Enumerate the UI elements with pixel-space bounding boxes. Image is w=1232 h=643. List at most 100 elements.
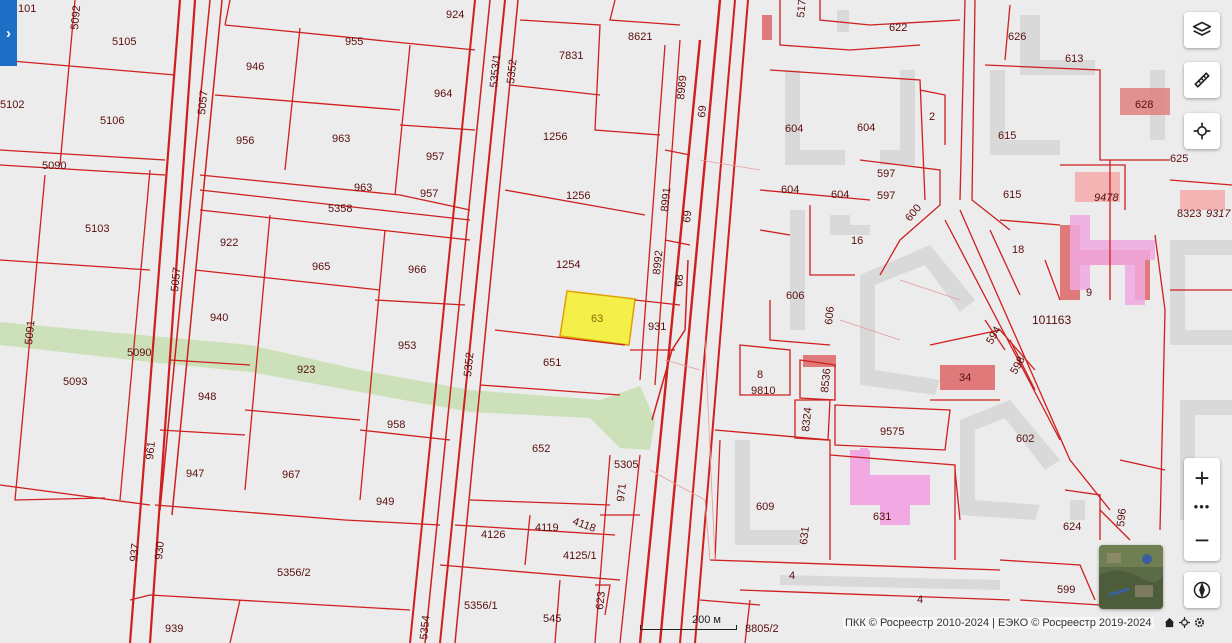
parcel-label: 5105 xyxy=(112,36,136,48)
parcel-label: 16 xyxy=(851,235,863,247)
parcel-label: 631 xyxy=(798,526,812,546)
parcel-label: 9810 xyxy=(751,385,775,397)
parcel-label: 967 xyxy=(282,469,300,481)
satellite-thumbnail-icon xyxy=(1099,545,1163,609)
parcel-label: 68 xyxy=(673,274,686,287)
parcel-label: 8323 xyxy=(1177,208,1201,220)
settings-icon[interactable] xyxy=(1194,617,1205,628)
parcel-label: 599 xyxy=(1057,584,1075,596)
parcel-label: 924 xyxy=(446,9,464,21)
parcel-label: 606 xyxy=(823,306,837,326)
parcel-label: 5057 xyxy=(169,267,183,293)
parcel-label: 604 xyxy=(831,189,849,201)
parcel-label: 963 xyxy=(354,182,372,194)
parcel-label: 940 xyxy=(210,312,228,324)
parcel-label: 101163 xyxy=(1032,313,1071,327)
parcel-label: 8536 xyxy=(819,368,833,394)
parcel-label: 5352 xyxy=(505,59,519,85)
parcel-label: 604 xyxy=(785,123,803,135)
parcel-label: 615 xyxy=(1003,189,1021,201)
parcel-label: 101 xyxy=(18,3,36,15)
parcel-label: 4126 xyxy=(481,529,505,541)
parcel-label: 597 xyxy=(877,190,895,202)
parcel-label: 1256 xyxy=(566,190,590,202)
parcel-label: 5352 xyxy=(462,352,476,378)
measure-button[interactable] xyxy=(1184,62,1220,98)
parcel-label: 956 xyxy=(236,135,254,147)
zoom-in-button[interactable]: + xyxy=(1184,460,1220,496)
scale-bar-line xyxy=(640,625,737,630)
parcel-label: 4119 xyxy=(535,522,559,534)
parcel-label: 4 xyxy=(917,594,923,606)
parcel-label: 949 xyxy=(376,496,394,508)
parcel-label: 652 xyxy=(532,443,550,455)
parcel-label: 5106 xyxy=(100,115,124,127)
parcel-label: 958 xyxy=(387,419,405,431)
parcel-label: 937 xyxy=(128,543,142,563)
crosshair-icon[interactable] xyxy=(1179,617,1190,628)
parcel-label: 2 xyxy=(929,111,935,123)
parcel-label: 545 xyxy=(543,613,561,625)
layers-button[interactable] xyxy=(1184,12,1220,48)
parcel-label: 957 xyxy=(420,188,438,200)
crosshair-icon xyxy=(1193,122,1211,140)
parcel-label: 9317 xyxy=(1206,208,1231,220)
compass-icon xyxy=(1193,581,1211,599)
parcel-label: 964 xyxy=(434,88,452,100)
scale-bar: 200 м xyxy=(640,614,737,632)
parcel-label: 953 xyxy=(398,340,416,352)
home-icon[interactable] xyxy=(1164,617,1175,628)
parcel-label: 622 xyxy=(889,22,907,34)
sidebar-toggle-button[interactable]: › xyxy=(0,0,17,66)
parcel-label: 939 xyxy=(165,623,183,635)
parcel-label: 8989 xyxy=(675,75,689,101)
parcel-label: 5091 xyxy=(23,320,37,346)
parcel-label: 946 xyxy=(246,61,264,73)
parcel-label: 18 xyxy=(1012,244,1024,256)
compass-button[interactable] xyxy=(1184,572,1220,608)
parcel-label: 606 xyxy=(786,290,804,302)
parcel-label: 613 xyxy=(1065,53,1083,65)
parcel-label: 624 xyxy=(1063,521,1081,533)
locate-button[interactable] xyxy=(1184,113,1220,149)
parcel-label: 63 xyxy=(591,313,603,325)
parcel-label: 5305 xyxy=(614,459,638,471)
parcel-label: 8324 xyxy=(800,407,814,433)
parcel-label: 631 xyxy=(873,511,891,523)
ruler-icon xyxy=(1194,72,1210,88)
parcel-label: 947 xyxy=(186,468,204,480)
cadastral-map[interactable]: 101 5092 5105 955 924 946 5057 5102 5106… xyxy=(0,0,1232,643)
parcel-label: 7831 xyxy=(559,50,583,62)
parcel-label: 1256 xyxy=(543,131,567,143)
parcel-label: 5356/2 xyxy=(277,567,311,579)
parcel-label: 597 xyxy=(877,168,895,180)
parcel-label: 8805/2 xyxy=(745,623,779,635)
parcel-label: 4 xyxy=(789,570,795,582)
parcel-label: 966 xyxy=(408,264,426,276)
parcel-label: 5354 xyxy=(418,615,432,641)
parcel-label: 625 xyxy=(1170,153,1188,165)
parcel-label: 955 xyxy=(345,36,363,48)
more-tools-button[interactable]: ••• xyxy=(1184,498,1220,514)
parcel-label: 9575 xyxy=(880,426,904,438)
parcel-label: 5057 xyxy=(196,90,210,116)
zoom-controls: + ••• − xyxy=(1184,458,1220,561)
parcel-label: 5090 xyxy=(127,347,151,359)
parcel-label: 69 xyxy=(681,210,694,223)
parcel-label: 9 xyxy=(1086,287,1092,299)
parcel-label: 596 xyxy=(1115,508,1129,528)
basemap-switch-thumbnail[interactable] xyxy=(1099,545,1163,609)
parcel-label: 965 xyxy=(312,261,330,273)
parcel-label: 948 xyxy=(198,391,216,403)
parcel-label: 5092 xyxy=(69,5,83,30)
zoom-out-button[interactable]: − xyxy=(1184,522,1220,558)
parcel-label: 1254 xyxy=(556,259,580,271)
parcel-label: 931 xyxy=(648,321,666,333)
parcel-label: 604 xyxy=(781,184,799,196)
parcel-label: 5102 xyxy=(0,99,24,111)
layers-icon xyxy=(1192,21,1212,36)
parcel-label: 651 xyxy=(543,357,561,369)
attribution-text: ПКК © Росреестр 2010-2024 | ЕЭКО © Росре… xyxy=(843,617,1154,629)
parcel-label: 8 xyxy=(757,369,763,381)
parcel-label: 8991 xyxy=(659,187,673,213)
